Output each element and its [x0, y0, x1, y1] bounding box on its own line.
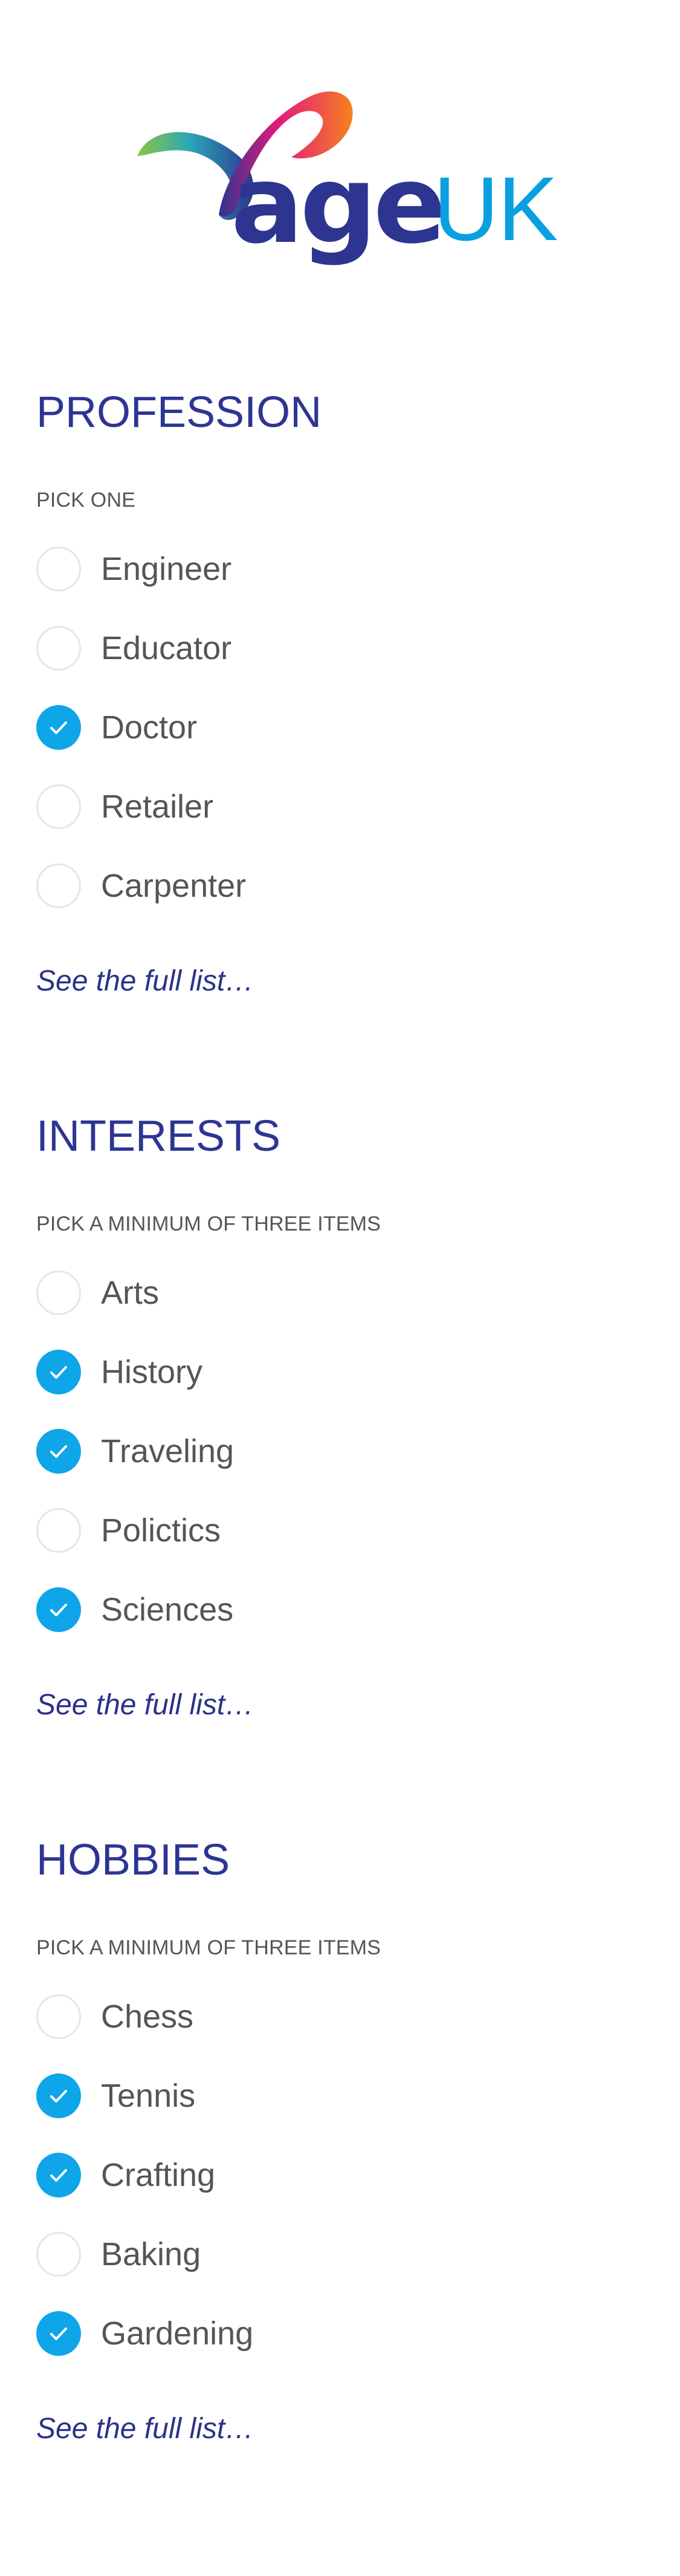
age-uk-logo: age UK — [134, 85, 558, 278]
checkbox-circle-icon[interactable] — [36, 1587, 81, 1632]
option-label: Traveling — [101, 1433, 235, 1469]
radio-circle-icon[interactable] — [36, 546, 81, 591]
option-label: Carpenter — [101, 867, 247, 904]
checkbox-circle-icon[interactable] — [36, 1428, 81, 1474]
section-title: PROFESSION — [36, 388, 322, 437]
section-hint: PICK A MINIMUM OF THREE ITEMS — [36, 1936, 381, 1959]
option-item[interactable]: Crafting — [36, 2135, 641, 2214]
checkbox-circle-icon[interactable] — [36, 2073, 81, 2118]
option-item[interactable]: Doctor — [36, 688, 641, 767]
checkbox-circle-icon[interactable] — [36, 2231, 81, 2277]
logo-word-age: age — [231, 142, 446, 267]
option-label: Engineer — [101, 550, 232, 587]
option-list: Engineer Educator Doctor Retailer Carpen… — [36, 529, 641, 925]
section-title: HOBBIES — [36, 1836, 230, 1884]
radio-circle-icon[interactable] — [36, 784, 81, 829]
see-full-list-link[interactable]: See the full list… — [36, 964, 254, 998]
see-full-list-link[interactable]: See the full list… — [36, 1688, 254, 1722]
see-full-list-link[interactable]: See the full list… — [36, 2412, 254, 2446]
option-label: Educator — [101, 629, 232, 666]
option-label: Retailer — [101, 788, 214, 825]
option-item[interactable]: Educator — [36, 608, 641, 688]
option-list: Chess Tennis Crafting Baking Gardening — [36, 1977, 641, 2373]
option-item[interactable]: Chess — [36, 1977, 641, 2056]
option-label: Arts — [101, 1274, 160, 1311]
checkbox-circle-icon[interactable] — [36, 1270, 81, 1315]
option-item[interactable]: History — [36, 1332, 641, 1411]
option-label: Sciences — [101, 1591, 234, 1628]
option-item[interactable]: Retailer — [36, 767, 641, 846]
logo-word-uk: UK — [433, 158, 558, 259]
option-item[interactable]: Engineer — [36, 529, 641, 608]
option-label: Doctor — [101, 709, 198, 746]
option-item[interactable]: Arts — [36, 1253, 641, 1332]
section-hint: PICK A MINIMUM OF THREE ITEMS — [36, 1212, 381, 1235]
radio-circle-icon[interactable] — [36, 625, 81, 671]
option-label: Crafting — [101, 2156, 216, 2193]
radio-circle-icon[interactable] — [36, 863, 81, 908]
option-label: Gardening — [101, 2315, 254, 2352]
option-item[interactable]: Sciences — [36, 1570, 641, 1649]
option-label: Baking — [101, 2236, 201, 2272]
option-item[interactable]: Baking — [36, 2214, 641, 2294]
checkbox-circle-icon[interactable] — [36, 2152, 81, 2197]
option-label: History — [101, 1353, 203, 1390]
checkbox-circle-icon[interactable] — [36, 1349, 81, 1394]
checkbox-circle-icon[interactable] — [36, 2311, 81, 2356]
option-label: Polictics — [101, 1512, 221, 1549]
option-item[interactable]: Tennis — [36, 2056, 641, 2135]
checkbox-circle-icon[interactable] — [36, 1508, 81, 1553]
checkbox-circle-icon[interactable] — [36, 1994, 81, 2039]
section-hint: PICK ONE — [36, 489, 136, 512]
option-item[interactable]: Carpenter — [36, 846, 641, 925]
option-list: Arts History Traveling Polictics Science… — [36, 1253, 641, 1649]
option-label: Chess — [101, 1998, 194, 2035]
option-item[interactable]: Gardening — [36, 2294, 641, 2373]
option-label: Tennis — [101, 2077, 196, 2114]
section-title: INTERESTS — [36, 1112, 281, 1160]
option-item[interactable]: Polictics — [36, 1491, 641, 1570]
radio-circle-icon[interactable] — [36, 704, 81, 750]
option-item[interactable]: Traveling — [36, 1411, 641, 1491]
page: age UK PROFESSION PICK ONE Engineer Educ… — [0, 0, 680, 2576]
